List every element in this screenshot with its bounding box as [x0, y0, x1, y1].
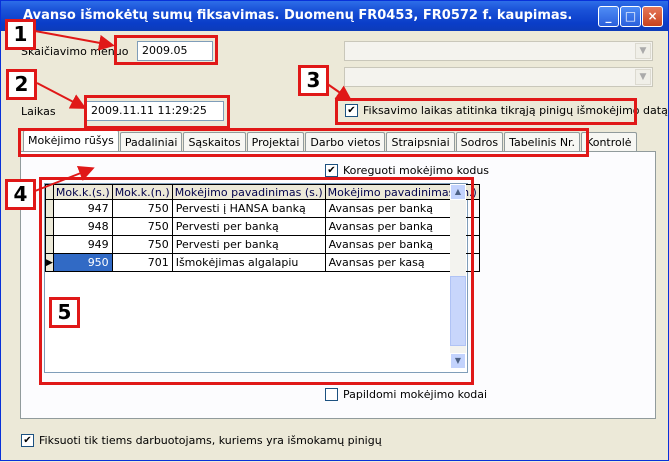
callout-5: 5: [49, 297, 80, 328]
callout-2: 2: [6, 69, 37, 100]
arrow-4: [34, 165, 95, 192]
callout-arrows: [34, 30, 353, 192]
main-window: Avanso išmokėtų sumų fiksavimas. Duomenų…: [0, 0, 669, 461]
arrow-3: [325, 82, 353, 102]
arrow-2: [36, 82, 87, 109]
callout-3: 3: [298, 65, 329, 96]
arrow-1: [34, 30, 115, 51]
callout-1: 1: [5, 19, 36, 50]
callout-4: 4: [5, 179, 36, 210]
